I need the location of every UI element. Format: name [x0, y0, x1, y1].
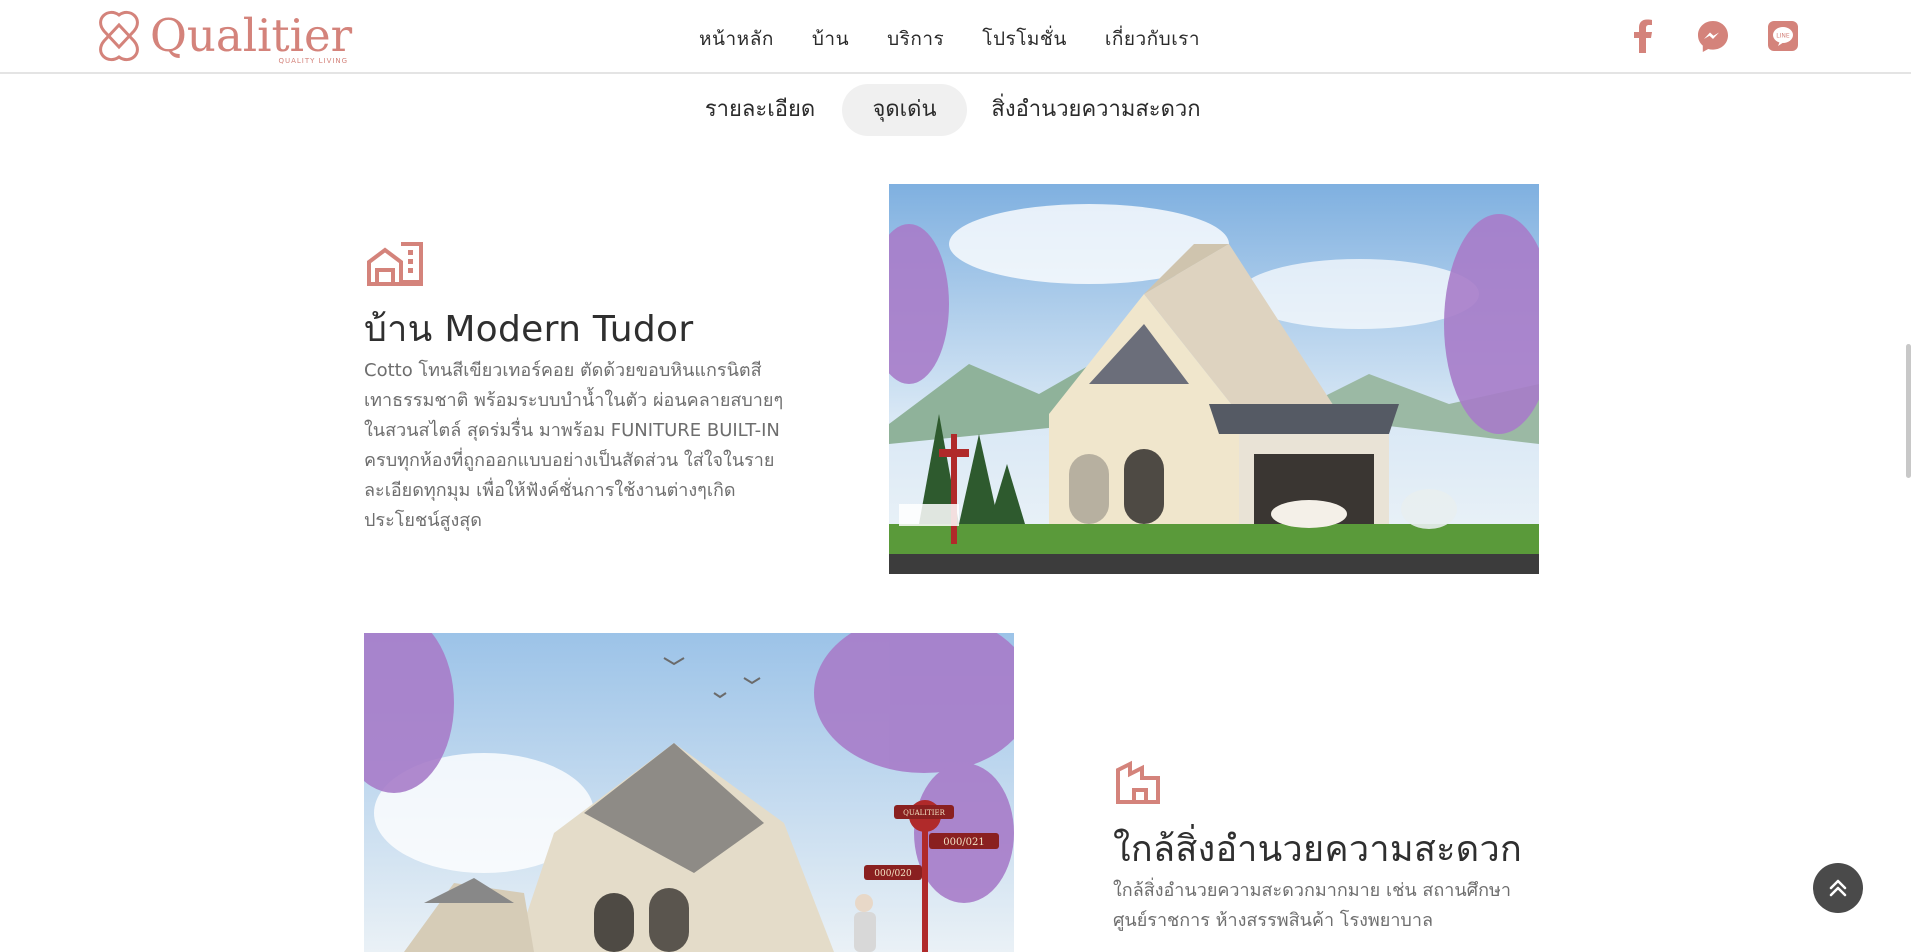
logo-mark-icon	[99, 10, 139, 62]
messenger-icon[interactable]	[1696, 18, 1730, 54]
nav-houses[interactable]: บ้าน	[812, 24, 849, 54]
sign-right-number: 000/021	[943, 837, 985, 848]
facebook-icon[interactable]	[1626, 18, 1660, 54]
logo-wordmark: Qualitier	[150, 9, 353, 62]
double-chevron-up-icon	[1829, 879, 1847, 897]
logo-tagline: QUALITY LIVING	[278, 57, 349, 65]
scroll-to-top-button[interactable]	[1813, 863, 1863, 913]
detail-tabs: รายละเอียด จุดเด่น สิ่งอำนวยความสะดวก	[0, 84, 1911, 136]
nav-about[interactable]: เกี่ยวกับเรา	[1105, 24, 1200, 54]
main-nav: หน้าหลัก บ้าน บริการ โปรโมชั่น เกี่ยวกับ…	[699, 24, 1200, 54]
nav-home[interactable]: หน้าหลัก	[699, 24, 774, 54]
sign-left-number: 000/020	[874, 869, 912, 879]
house-building-icon	[365, 238, 425, 288]
section-description-modern-tudor: Cotto โทนสีเขียวเทอร์คอย ตัดด้วยขอบหินแก…	[364, 360, 784, 531]
section-title-modern-tudor: บ้าน Modern Tudor	[364, 309, 694, 350]
tab-facilities[interactable]: สิ่งอำนวยความสะดวก	[986, 84, 1206, 136]
site-header: Qualitier QUALITY LIVING หน้าหลัก บ้าน บ…	[0, 0, 1911, 74]
nav-promotions[interactable]: โปรโมชั่น	[982, 24, 1067, 54]
section-title-nearby-facilities: ใกล้สิ่งอำนวยความสะดวก	[1113, 829, 1523, 870]
section-description-nearby-facilities: ใกล้สิ่งอำนวยความสะดวกมากมาย เช่น สถานศึ…	[1113, 880, 1511, 931]
tab-highlights[interactable]: จุดเด่น	[842, 84, 967, 136]
modern-tudor-house-image	[889, 184, 1539, 574]
village-entrance-image: QUALITIER 000/021 000/020	[364, 633, 1014, 952]
svg-text:LINE: LINE	[1776, 33, 1790, 40]
social-links: LINE	[1626, 18, 1800, 54]
nav-services[interactable]: บริการ	[887, 24, 944, 54]
line-icon[interactable]: LINE	[1766, 18, 1800, 54]
sign-brand-text: QUALITIER	[903, 809, 945, 817]
page-scrollbar[interactable]	[1906, 344, 1911, 478]
building-icon	[1114, 760, 1162, 806]
tab-details[interactable]: รายละเอียด	[690, 84, 830, 136]
brand-logo[interactable]: Qualitier QUALITY LIVING	[92, 8, 353, 65]
